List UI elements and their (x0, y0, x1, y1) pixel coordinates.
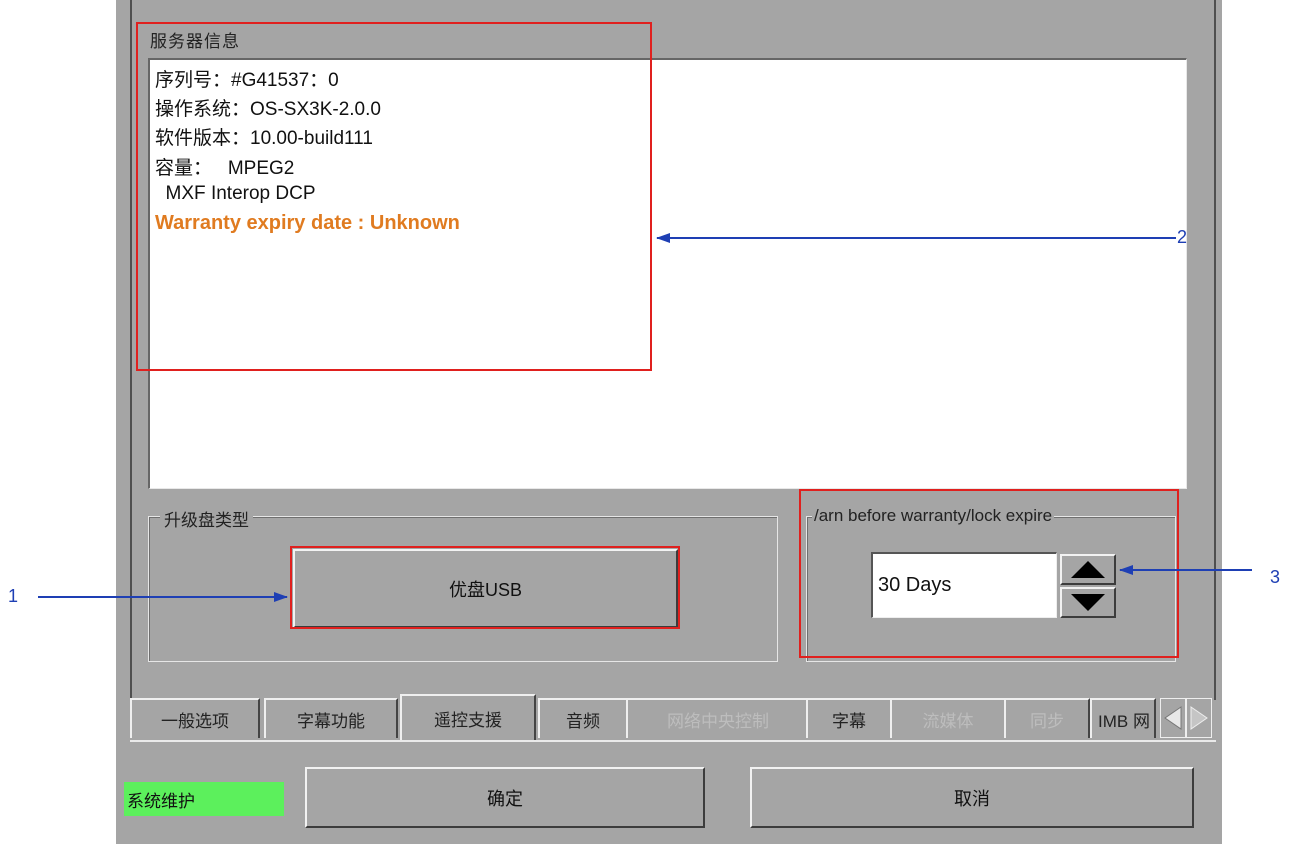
annotation-label-3: 3 (1270, 567, 1281, 587)
annotation-label-1: 1 (8, 586, 19, 606)
annotation-label-2: 2 (1177, 227, 1188, 247)
annotation-arrows (38, 233, 1252, 602)
